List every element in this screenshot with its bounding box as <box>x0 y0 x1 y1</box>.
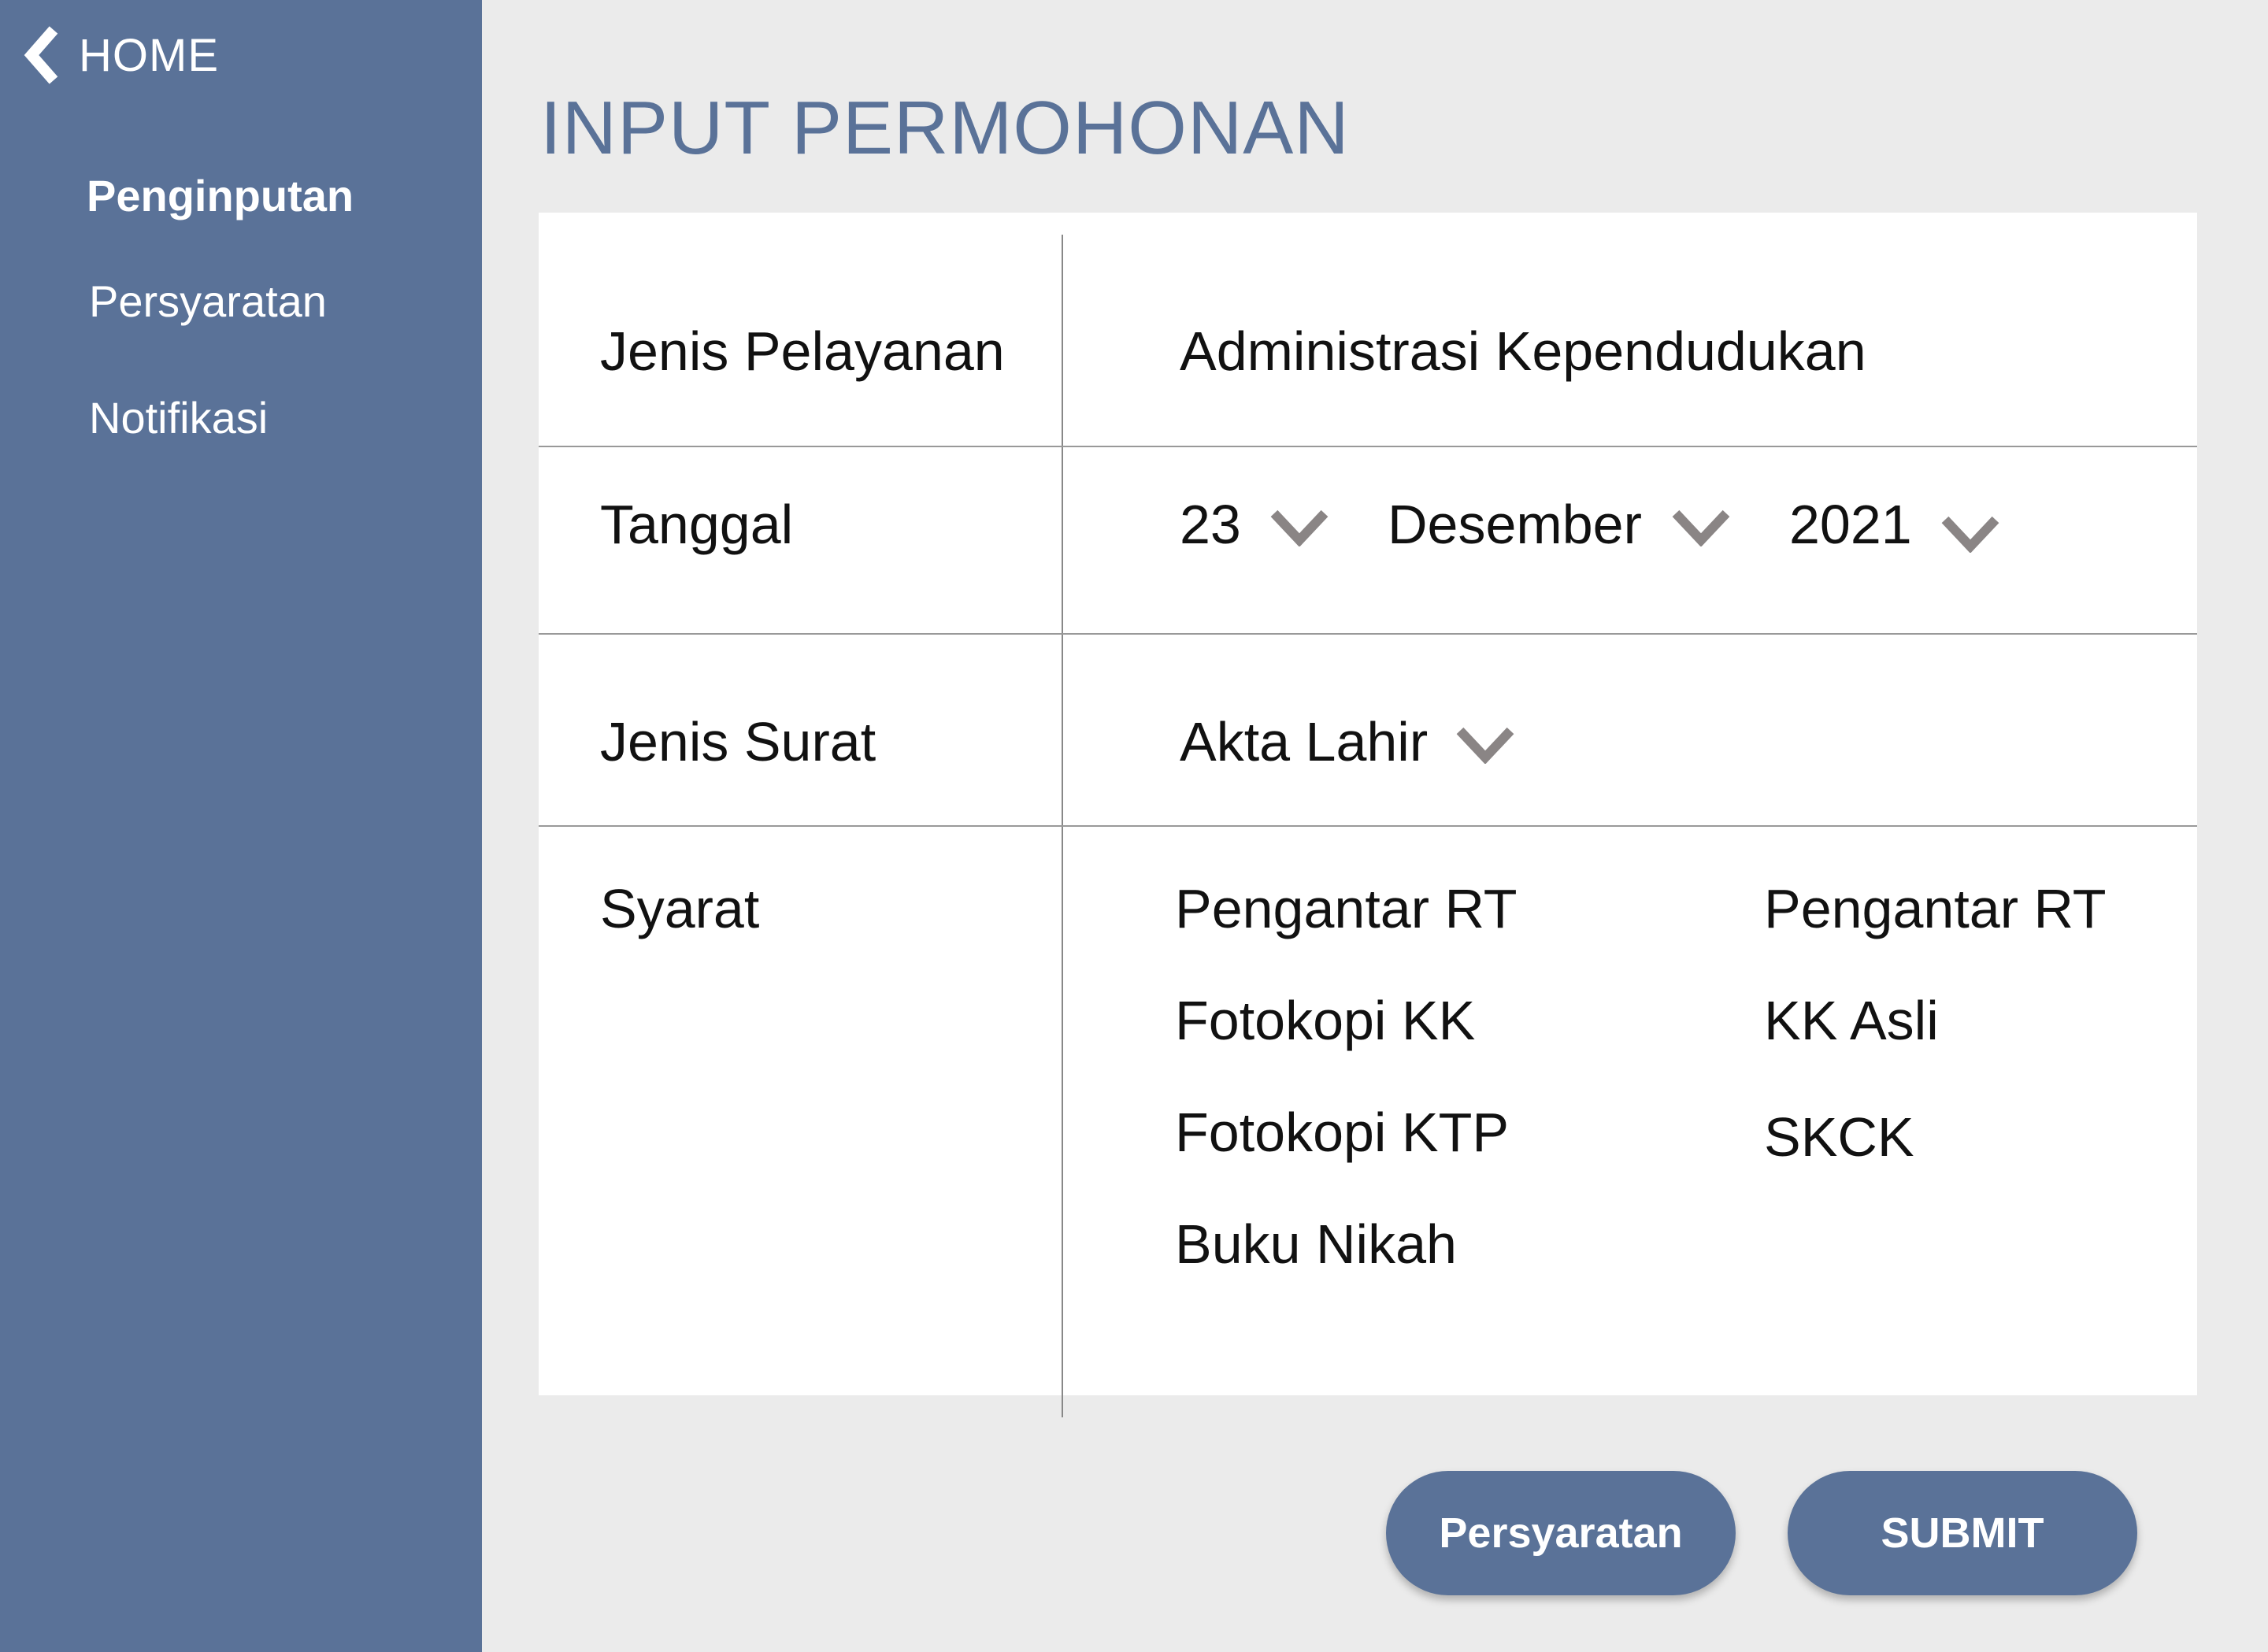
syarat-item: Fotokopi KK <box>1175 990 1476 1051</box>
tanggal-label: Tanggal <box>600 494 794 555</box>
home-link[interactable]: HOME <box>24 24 219 87</box>
row-divider <box>539 825 2197 827</box>
chevron-down-icon[interactable] <box>1269 509 1329 547</box>
jenis-surat-label: Jenis Surat <box>600 711 876 772</box>
jenis-pelayanan-label: Jenis Pelayanan <box>600 320 1005 382</box>
syarat-label: Syarat <box>600 878 760 939</box>
syarat-item: Buku Nikah <box>1175 1213 1457 1275</box>
chevron-left-icon <box>24 26 58 84</box>
sidebar-item-persyaratan[interactable]: Persyaratan <box>89 276 327 327</box>
row-divider <box>539 633 2197 635</box>
day-value: 23 <box>1180 494 1241 555</box>
syarat-item: Pengantar RT <box>1175 878 1518 939</box>
syarat-item: Fotokopi KTP <box>1175 1102 1510 1163</box>
row-divider <box>539 446 2197 447</box>
syarat-item: SKCK <box>1764 1106 1914 1168</box>
page-title: INPUT PERMOHONAN <box>540 86 1350 170</box>
form-card: Jenis Pelayanan Administrasi Kependuduka… <box>539 213 2197 1417</box>
syarat-item: KK Asli <box>1764 990 1939 1051</box>
jenis-surat-value: Akta Lahir <box>1180 711 1429 772</box>
sidebar-item-notifikasi[interactable]: Notifikasi <box>89 392 268 443</box>
chevron-down-icon[interactable] <box>1455 726 1515 765</box>
chevron-down-icon[interactable] <box>1671 509 1731 547</box>
chevron-down-icon[interactable] <box>1940 515 2000 554</box>
year-value: 2021 <box>1789 494 1912 555</box>
sidebar: HOME Penginputan Persyaratan Notifikasi <box>0 0 482 1652</box>
jenis-pelayanan-value: Administrasi Kependudukan <box>1180 320 1866 382</box>
persyaratan-button[interactable]: Persyaratan <box>1386 1471 1736 1595</box>
submit-button[interactable]: SUBMIT <box>1788 1471 2137 1595</box>
sidebar-item-penginputan[interactable]: Penginputan <box>87 170 354 221</box>
month-value: Desember <box>1388 494 1642 555</box>
syarat-item: Pengantar RT <box>1764 878 2107 939</box>
home-label: HOME <box>79 29 219 81</box>
